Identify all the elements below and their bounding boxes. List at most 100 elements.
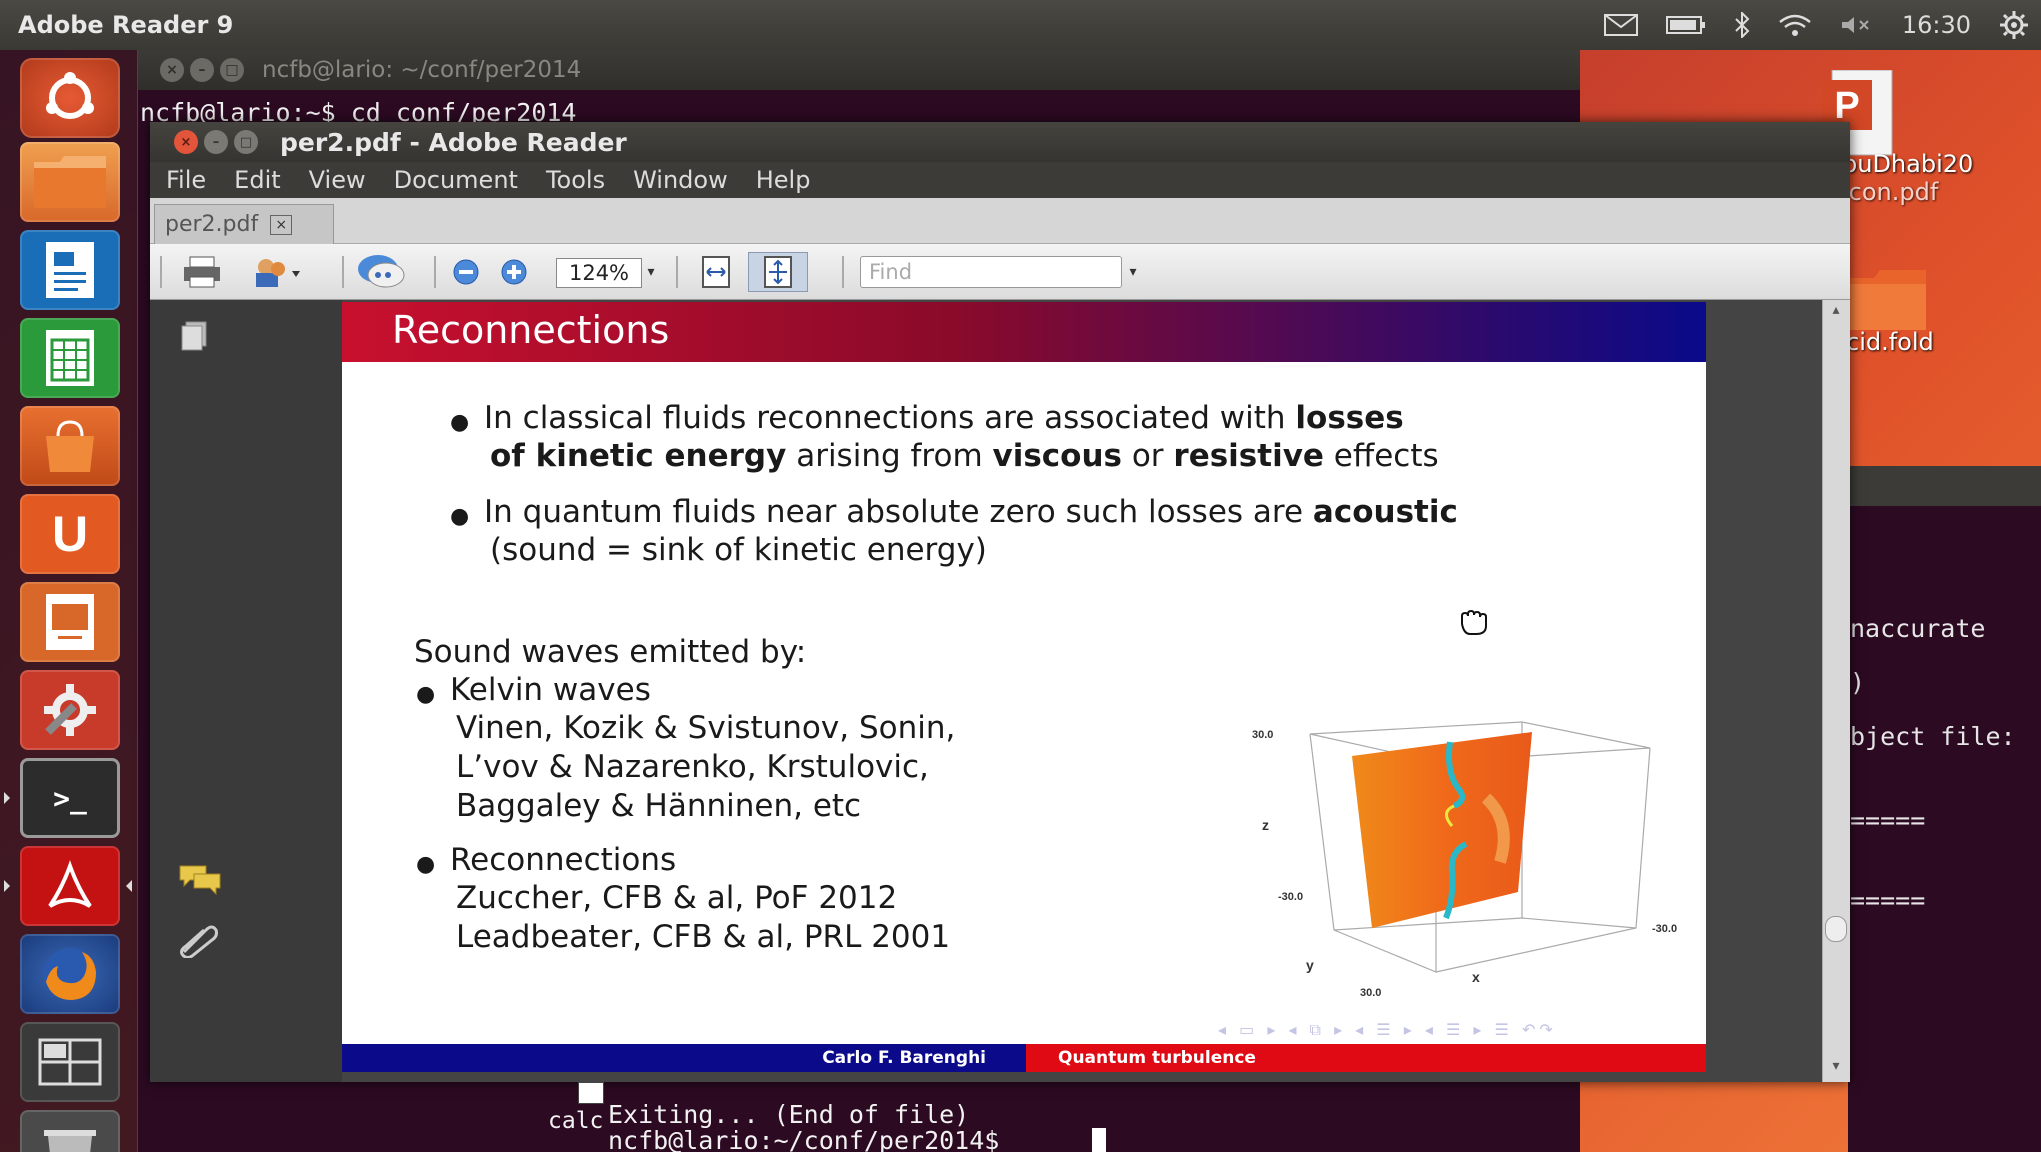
terminal-titlebar[interactable]: × – □ ncfb@lario: ~/conf/per2014 (138, 50, 1580, 90)
print-button[interactable] (180, 252, 224, 292)
kelvin-ref: Baggaley & Hänninen, etc (456, 788, 862, 824)
maximize-icon[interactable]: □ (234, 130, 258, 154)
maximize-icon[interactable]: □ (220, 58, 244, 82)
terminal-prefix: calc (548, 1108, 604, 1134)
plot-tick-label: -30.0 (1278, 891, 1303, 903)
menu-tools[interactable]: Tools (546, 166, 605, 194)
toolbar: 124% ▾ Find ▾ (150, 244, 1850, 300)
folder-icon[interactable] (1846, 270, 1926, 334)
scroll-down-arrow[interactable]: ▾ (1826, 1058, 1846, 1078)
hand-cursor-icon (1456, 606, 1490, 640)
plot-tick-label: -30.0 (1652, 923, 1677, 935)
bullet: ● (416, 852, 436, 877)
workspace-switcher-icon[interactable] (20, 1022, 120, 1102)
kelvin-ref: Vinen, Kozik & Svistunov, Sonin, (456, 710, 956, 746)
desktop-icon-label: icon.pdf (1842, 178, 1939, 206)
terminal-prompt: ncfb@lario:~/conf/per2014$ (608, 1126, 1000, 1152)
terminal-line: naccurate (1850, 614, 1986, 643)
zoom-dropdown-icon[interactable]: ▾ (644, 252, 658, 292)
menu-file[interactable]: File (166, 166, 206, 194)
plot-axis-label: z (1262, 817, 1269, 833)
ubuntu-one-icon[interactable]: U (20, 494, 120, 574)
trash-icon[interactable] (20, 1110, 120, 1152)
bluetooth-icon[interactable] (1734, 12, 1750, 38)
fit-width-button[interactable] (694, 252, 738, 292)
collaborate-button[interactable] (356, 252, 408, 292)
reader-titlebar[interactable]: × – □ per2.pdf - Adobe Reader (150, 122, 1850, 162)
minimize-icon[interactable]: – (204, 130, 228, 154)
launcher-active-pip (4, 792, 10, 804)
volume-muted-icon[interactable] (1840, 14, 1874, 36)
software-center-icon[interactable] (20, 406, 120, 486)
close-icon[interactable]: × (160, 58, 184, 82)
right-terminal-fragment[interactable]: naccurate ) bject file: ===== ===== (1848, 466, 2041, 1152)
terminal-icon[interactable]: >_ (20, 758, 120, 838)
svg-text:P: P (1834, 85, 1859, 127)
document-tab[interactable]: per2.pdf × (154, 204, 334, 244)
files-icon[interactable] (20, 142, 120, 222)
terminal-titlebar (1848, 466, 2041, 506)
calc-icon[interactable] (20, 318, 120, 398)
adobe-reader-icon[interactable] (20, 846, 120, 926)
plot-axis-label: x (1472, 969, 1480, 985)
menu-window[interactable]: Window (633, 166, 728, 194)
menu-help[interactable]: Help (756, 166, 811, 194)
toolbar-separator (842, 256, 844, 288)
toolbar-separator (434, 256, 436, 288)
pages-icon[interactable] (178, 320, 212, 358)
desktop-icon-label: buDhabi20 (1842, 150, 1974, 178)
launcher-active-pip (4, 880, 10, 892)
battery-icon[interactable] (1665, 14, 1706, 36)
menu-document[interactable]: Document (394, 166, 518, 194)
firefox-icon[interactable] (20, 934, 120, 1014)
zoom-out-button[interactable] (448, 252, 484, 292)
slide-title: Reconnections (392, 308, 670, 352)
attachments-icon[interactable] (178, 922, 218, 962)
find-dropdown-icon[interactable]: ▾ (1126, 252, 1140, 292)
system-settings-icon[interactable] (20, 670, 120, 750)
vertical-scrollbar[interactable]: ▴ ▾ (1822, 300, 1850, 1082)
terminal-line: bject file: (1850, 722, 2016, 751)
zoom-in-button[interactable] (496, 252, 532, 292)
gear-icon[interactable] (1999, 10, 2029, 40)
slide-header: Reconnections (342, 302, 1706, 362)
terminal-title: ncfb@lario: ~/conf/per2014 (262, 57, 582, 83)
menu-view[interactable]: View (309, 166, 366, 194)
document-tab-label: per2.pdf (165, 212, 259, 237)
plot-tick-label: 30.0 (1360, 987, 1381, 999)
plot-axis-label: y (1306, 957, 1314, 973)
find-input[interactable]: Find (860, 256, 1122, 288)
impress-icon[interactable] (20, 582, 120, 662)
scrollbar-thumb[interactable] (1825, 916, 1847, 942)
top-panel: Adobe Reader 9 16:30 (0, 0, 2041, 50)
reconnection-ref: Leadbeater, CFB & al, PRL 2001 (456, 919, 951, 955)
footer-author: Carlo F. Barenghi (342, 1044, 1026, 1072)
wifi-icon[interactable] (1778, 13, 1812, 37)
comments-icon[interactable] (178, 862, 222, 900)
terminal-line: ) (1850, 668, 1866, 697)
scroll-up-arrow[interactable]: ▴ (1826, 302, 1846, 322)
close-icon[interactable]: × (174, 130, 198, 154)
menu-edit[interactable]: Edit (234, 166, 280, 194)
mail-icon[interactable] (1603, 14, 1638, 36)
menu-bar: File Edit View Document Tools Window Hel… (150, 162, 1850, 198)
zoom-level-select[interactable]: 124% (556, 258, 642, 288)
window-title: per2.pdf - Adobe Reader (280, 127, 627, 157)
vortex-3d-plot: 30.0 z -30.0 y x -30.0 30.0 (1252, 721, 1677, 999)
toolbar-separator (342, 256, 344, 288)
document-tab-bar: per2.pdf × (150, 198, 1850, 244)
close-tab-icon[interactable]: × (270, 214, 293, 235)
launcher: U >_ (0, 50, 138, 1152)
ubuntu-dash-icon[interactable] (20, 58, 120, 138)
beamer-navigation-symbols[interactable]: ◂ ▭ ▸ ◂ ⧉ ▸ ◂ ☰ ▸ ◂ ☰ ▸ ☰ ↶↷ (1218, 1020, 1557, 1040)
bullet2-line1: In quantum fluids near absolute zero suc… (484, 494, 1458, 530)
clock[interactable]: 16:30 (1902, 11, 1971, 39)
plot-tick-label: 30.0 (1252, 729, 1273, 741)
fit-page-button[interactable] (748, 252, 808, 292)
share-button[interactable] (250, 252, 306, 292)
pointer-indicator (578, 1082, 604, 1104)
navigation-pane (150, 300, 342, 1082)
minimize-icon[interactable]: – (190, 58, 214, 82)
writer-icon[interactable] (20, 230, 120, 310)
footer-topic: Quantum turbulence (1026, 1044, 1706, 1072)
